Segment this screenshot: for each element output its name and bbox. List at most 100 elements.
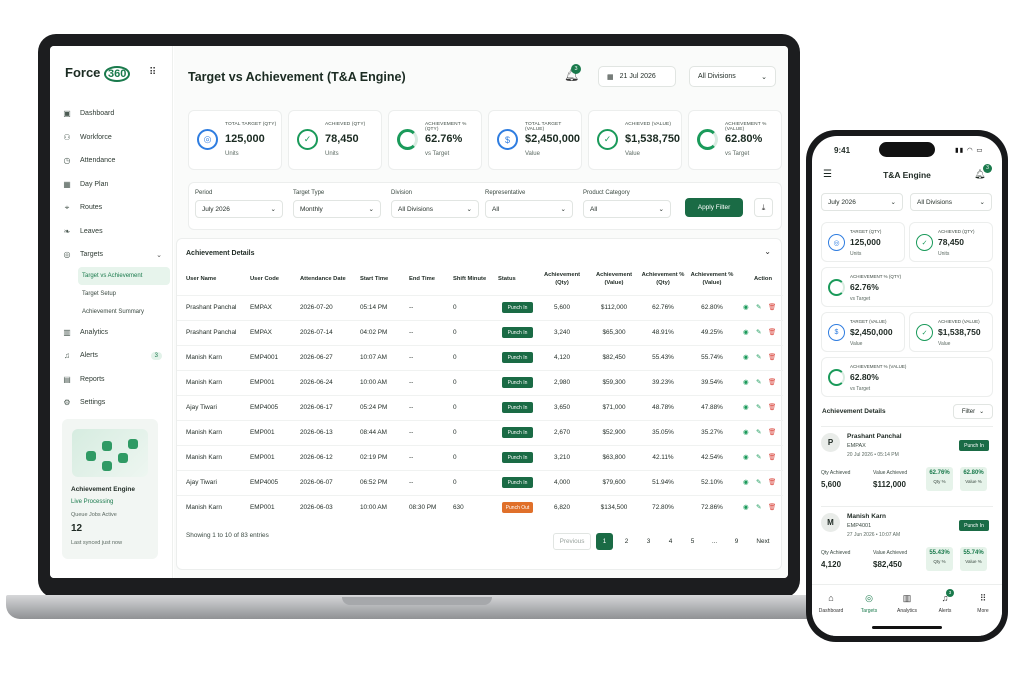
sidebar-item-day-plan[interactable]: ▦ Day Plan (62, 173, 162, 197)
delete-icon[interactable]: 🗑︎ (768, 328, 776, 336)
progress-ring-icon (397, 129, 418, 150)
table-cell: 2026-06-24 (300, 379, 333, 386)
view-icon[interactable]: ◉ (743, 403, 749, 411)
table-cell: 2026-06-13 (300, 429, 333, 436)
view-icon[interactable]: ◉ (743, 453, 749, 461)
subnav-target-vs-achievement[interactable]: Target vs Achievement (78, 266, 170, 285)
apps-grid-icon[interactable]: ⠿ (149, 67, 160, 78)
card-code: EMP4001 (847, 523, 872, 529)
kpi-label: ACHIEVEMENT % (VALUE) (725, 122, 767, 132)
tab-targets[interactable]: ◎ Targets (850, 593, 888, 614)
tab-dashboard[interactable]: ⌂ Dashboard (812, 593, 850, 614)
edit-icon[interactable]: ✎ (756, 478, 761, 486)
chevron-down-icon[interactable]: ⌄ (764, 247, 771, 256)
date-picker[interactable]: ▦ 21 Jul 2026 (598, 66, 676, 87)
table-row[interactable]: Ajay Tiwari EMP4005 2026-06-17 05:24 PM -- 0 P… (177, 395, 783, 420)
edit-icon[interactable]: ✎ (756, 453, 761, 461)
pagination-page[interactable]: 5 (684, 533, 701, 550)
view-icon[interactable]: ◉ (743, 353, 749, 361)
pagination-page[interactable]: 2 (618, 533, 635, 550)
pagination-page[interactable]: 4 (662, 533, 679, 550)
table-row[interactable]: Manish Karn EMP001 2026-06-12 02:19 PM -- 0 Pu… (177, 445, 783, 470)
phone-division-select[interactable]: All Divisions ⌄ (910, 193, 992, 211)
download-button[interactable]: ⤓ (754, 198, 773, 217)
sidebar-item-analytics[interactable]: ▥ Analytics (62, 321, 162, 345)
edit-icon[interactable]: ✎ (756, 403, 761, 411)
target-type-select[interactable]: Monthly ⌄ (293, 200, 381, 218)
period-select[interactable]: July 2026 ⌄ (195, 200, 283, 218)
logo[interactable]: Force 360 (65, 65, 131, 82)
edit-icon[interactable]: ✎ (756, 353, 761, 361)
table-cell: Prashant Panchal (186, 329, 237, 336)
phone-filter-button[interactable]: Filter ⌄ (953, 404, 993, 419)
dashboard-icon: ▣ (63, 109, 71, 119)
phone-period-select[interactable]: July 2026 ⌄ (821, 193, 903, 211)
delete-icon[interactable]: 🗑︎ (768, 353, 776, 361)
delete-icon[interactable]: 🗑︎ (768, 503, 776, 511)
table-row[interactable]: Manish Karn EMP001 2026-06-24 10:00 AM -- 0 Pu… (177, 370, 783, 395)
sidebar-item-workforce[interactable]: ⚇ Workforce (62, 126, 162, 150)
delete-icon[interactable]: 🗑︎ (768, 478, 776, 486)
scene: Force 360 ⠿ ▣ Dashboard ⚇ Workforce ◷ Atten… (0, 0, 1024, 682)
edit-icon[interactable]: ✎ (756, 378, 761, 386)
tab-analytics[interactable]: ▥ Analytics (888, 593, 926, 614)
division-select[interactable]: All Divisions ⌄ (689, 66, 776, 87)
view-icon[interactable]: ◉ (743, 503, 749, 511)
edit-icon[interactable]: ✎ (756, 503, 761, 511)
table-cell: 04:02 PM (360, 329, 388, 336)
main-content: Target vs Achievement (T&A Engine) 🔔︎ 3 … (174, 46, 788, 578)
delete-icon[interactable]: 🗑︎ (768, 428, 776, 436)
delete-icon[interactable]: 🗑︎ (768, 378, 776, 386)
sidebar-item-attendance[interactable]: ◷ Attendance (62, 149, 162, 173)
delete-icon[interactable]: 🗑︎ (768, 453, 776, 461)
pagination-page[interactable]: 9 (728, 533, 745, 550)
table-cell: -- (409, 329, 414, 336)
kpi-sub: Units (225, 151, 239, 157)
table-row[interactable]: Manish Karn EMP001 2026-06-13 08:44 AM -- 0 Pu… (177, 420, 783, 445)
edit-icon[interactable]: ✎ (756, 328, 761, 336)
table-row[interactable]: Ajay Tiwari EMP4005 2026-06-07 06:52 PM -- 0 P… (177, 470, 783, 495)
view-icon[interactable]: ◉ (743, 428, 749, 436)
subnav-achievement-summary[interactable]: Achievement Summary (78, 303, 162, 321)
phone-achievement-card[interactable]: M Manish Karn EMP4001 27 Jun 2026 • 10:0… (821, 506, 993, 580)
representative-select[interactable]: All ⌄ (485, 200, 573, 218)
phone-achievement-card[interactable]: P Prashant Panchal EMPAX 20 Jul 2026 • 0… (821, 426, 993, 500)
sidebar-item-reports[interactable]: ▤ Reports (62, 368, 162, 392)
edit-icon[interactable]: ✎ (756, 428, 761, 436)
delete-icon[interactable]: 🗑︎ (768, 403, 776, 411)
sidebar-item-label: Attendance (80, 157, 116, 165)
table-cell: EMP4001 (250, 354, 279, 361)
tab-more[interactable]: ⠿ More (964, 593, 1002, 614)
status-bar-time: 9:41 (834, 146, 851, 155)
table-row[interactable]: Manish Karn EMP4001 2026-06-27 10:07 AM -- 0 P… (177, 345, 783, 370)
view-icon[interactable]: ◉ (743, 328, 749, 336)
delete-icon[interactable]: 🗑︎ (768, 303, 776, 311)
table-cell: 02:19 PM (360, 454, 388, 461)
table-cell: $134,500 (600, 504, 628, 511)
view-icon[interactable]: ◉ (743, 378, 749, 386)
sidebar-item-targets[interactable]: ◎ Targets ⌄ (62, 243, 163, 267)
table-row[interactable]: Prashant Panchal EMPAX 2026-07-14 04:02 PM -… (177, 320, 783, 345)
table-row[interactable]: Prashant Panchal EMPAX 2026-07-20 05:14 PM -… (177, 295, 783, 320)
sidebar-item-label: Analytics (80, 328, 109, 336)
pagination-page[interactable]: 1 (596, 533, 613, 550)
pagination-previous[interactable]: Previous (553, 533, 591, 550)
tab-alerts[interactable]: ♫ Alerts (926, 593, 964, 614)
avatar: P (821, 433, 840, 452)
sidebar-item-settings[interactable]: ⚙ Settings (62, 391, 162, 415)
sidebar-item-routes[interactable]: ⌖ Routes (62, 196, 162, 220)
table-row[interactable]: Manish Karn EMP001 2026-06-03 10:00 AM 08:30… (177, 495, 783, 520)
sidebar-item-dashboard[interactable]: ▣ Dashboard (62, 102, 162, 126)
sidebar-item-leaves[interactable]: ❧ Leaves (62, 220, 162, 244)
sidebar-item-alerts[interactable]: ♫ Alerts 3 (62, 344, 162, 368)
table-header-cell: Action (753, 276, 773, 282)
pagination-next[interactable]: Next (750, 533, 776, 550)
view-icon[interactable]: ◉ (743, 303, 749, 311)
view-icon[interactable]: ◉ (743, 478, 749, 486)
subnav-target-setup[interactable]: Target Setup (78, 285, 162, 303)
product-category-select[interactable]: All ⌄ (583, 200, 671, 218)
pagination-page[interactable]: 3 (640, 533, 657, 550)
division-filter-select[interactable]: All Divisions ⌄ (391, 200, 479, 218)
edit-icon[interactable]: ✎ (756, 303, 761, 311)
apply-filter-button[interactable]: Apply Filter (685, 198, 743, 217)
